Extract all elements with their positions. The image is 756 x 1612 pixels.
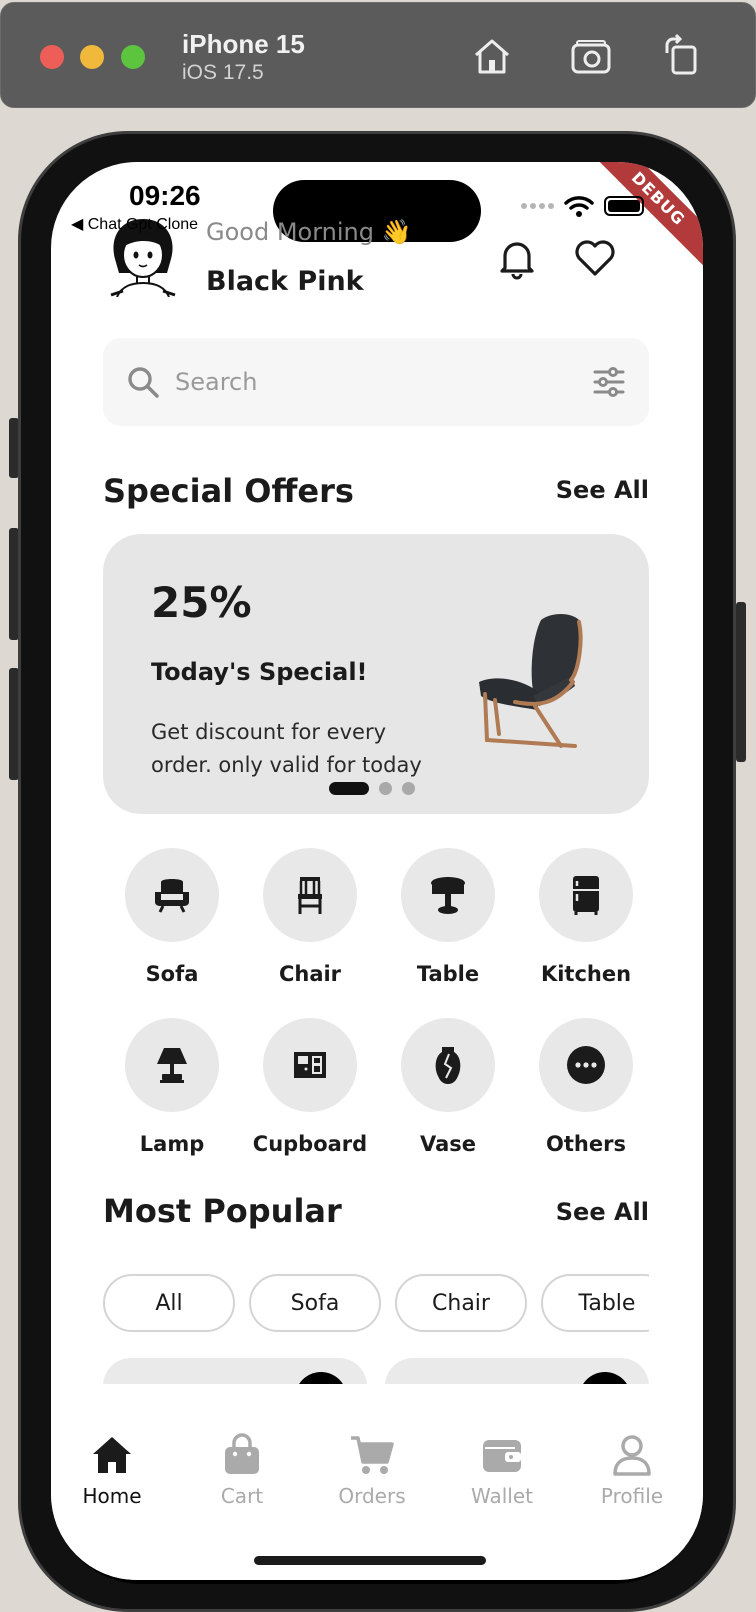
chair-icon	[298, 877, 322, 914]
category-vase[interactable]: Vase	[379, 1018, 517, 1156]
nav-orders[interactable]: Orders	[312, 1432, 432, 1508]
filter-icon[interactable]	[591, 364, 627, 400]
rotate-icon[interactable]	[659, 33, 705, 79]
category-label: Vase	[419, 1132, 477, 1156]
home-icon	[93, 1437, 131, 1473]
home-icon[interactable]	[469, 33, 515, 79]
category-kitchen[interactable]: Kitchen	[517, 848, 655, 986]
search-input[interactable]	[175, 360, 555, 404]
category-others[interactable]: Others	[517, 1018, 655, 1156]
search-bar	[103, 338, 649, 426]
search-icon	[125, 364, 161, 400]
offer-percentage: 25%	[151, 578, 252, 627]
power-button	[736, 602, 746, 762]
bottom-navigation: Home Cart Orders Wallet Profile	[51, 1384, 703, 1580]
most-popular-see-all-link[interactable]: See All	[556, 1198, 649, 1226]
special-offers-see-all-link[interactable]: See All	[556, 476, 649, 504]
app-screen: DEBUG 09:26 ◀ Chat Gpt Clone Good Mornin…	[51, 162, 703, 1580]
offer-heading: Today's Special!	[151, 658, 368, 686]
screenshot-icon[interactable]	[568, 33, 614, 79]
filter-chip-table[interactable]: Table	[541, 1274, 649, 1332]
user-icon	[613, 1435, 651, 1476]
nav-label: Orders	[338, 1484, 406, 1508]
close-window-button[interactable]	[40, 45, 64, 69]
filter-chip-all[interactable]: All	[103, 1274, 235, 1332]
special-offers-title: Special Offers	[103, 472, 354, 510]
bell-icon[interactable]	[495, 236, 539, 280]
fridge-icon	[573, 876, 599, 915]
category-sofa[interactable]: Sofa	[103, 848, 241, 986]
offer-pager	[329, 782, 415, 795]
nav-home[interactable]: Home	[52, 1432, 172, 1508]
simulator-title-bar: iPhone 15 iOS 17.5	[0, 2, 756, 108]
category-table[interactable]: Table	[379, 848, 517, 986]
most-popular-title: Most Popular	[103, 1192, 342, 1230]
cart-icon	[351, 1436, 394, 1474]
nav-cart[interactable]: Cart	[182, 1432, 302, 1508]
table-icon	[431, 877, 465, 914]
home-indicator[interactable]	[254, 1556, 486, 1565]
filter-chip-sofa[interactable]: Sofa	[249, 1274, 381, 1332]
sofa-icon	[155, 879, 189, 913]
category-label: Sofa	[145, 962, 199, 986]
filter-chips: All Sofa Chair Table	[103, 1274, 649, 1332]
nav-label: Profile	[600, 1484, 664, 1508]
status-indicators	[521, 192, 644, 220]
nav-label: Wallet	[470, 1484, 533, 1508]
category-lamp[interactable]: Lamp	[103, 1018, 241, 1156]
lamp-icon	[157, 1048, 187, 1083]
back-to-app-link[interactable]: ◀ Chat Gpt Clone	[71, 214, 198, 234]
filter-chip-chair[interactable]: Chair	[395, 1274, 527, 1332]
more-icon	[567, 1046, 605, 1084]
cupboard-icon	[294, 1052, 326, 1078]
battery-icon	[604, 196, 644, 216]
signal-icon	[521, 203, 554, 209]
category-cupboard[interactable]: Cupboard	[241, 1018, 379, 1156]
wallet-icon	[483, 1440, 521, 1472]
category-label: Kitchen	[540, 962, 632, 986]
category-label: Chair	[278, 962, 342, 986]
pager-dot-active[interactable]	[329, 782, 369, 795]
special-offer-banner[interactable]: 25% Today's Special! Get discount for ev…	[103, 534, 649, 814]
heart-icon[interactable]	[573, 236, 617, 280]
vase-icon	[435, 1047, 461, 1084]
nav-profile[interactable]: Profile	[572, 1432, 692, 1508]
minimize-window-button[interactable]	[80, 45, 104, 69]
category-label: Others	[546, 1132, 626, 1156]
os-version: iOS 17.5	[182, 61, 264, 84]
category-label: Cupboard	[252, 1132, 368, 1156]
nav-label: Cart	[220, 1484, 264, 1508]
category-label: Table	[416, 962, 480, 986]
status-time: 09:26	[129, 180, 201, 211]
maximize-window-button[interactable]	[121, 45, 145, 69]
bag-icon	[225, 1433, 259, 1474]
nav-label: Home	[82, 1484, 142, 1508]
pager-dot[interactable]	[379, 782, 392, 795]
user-name: Black Pink	[206, 266, 364, 297]
lounge-chair-image	[475, 610, 599, 750]
pager-dot[interactable]	[402, 782, 415, 795]
wifi-icon	[564, 196, 594, 217]
device-name: iPhone 15	[182, 29, 305, 59]
offer-description: Get discount for every order. only valid…	[151, 720, 422, 777]
category-grid: Sofa Chair Table Kitchen Lamp Cupboard V…	[103, 848, 651, 1156]
nav-wallet[interactable]: Wallet	[442, 1432, 562, 1508]
greeting-text: Good Morning 👋	[206, 218, 412, 246]
category-label: Lamp	[139, 1132, 205, 1156]
category-chair[interactable]: Chair	[241, 848, 379, 986]
